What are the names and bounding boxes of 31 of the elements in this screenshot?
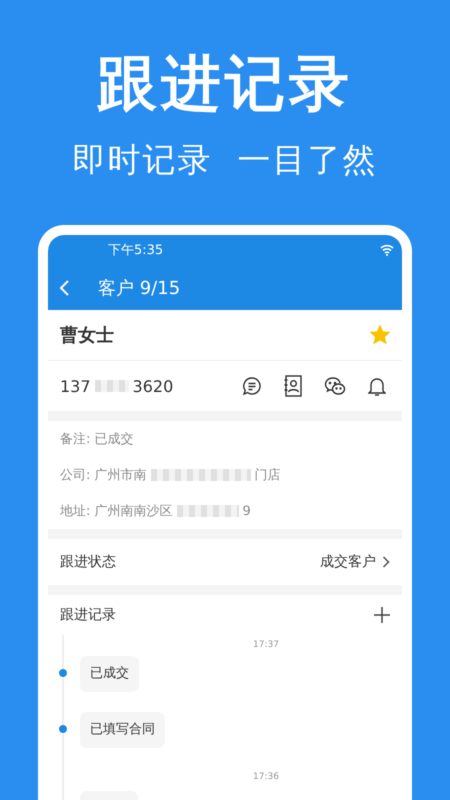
- promo-title: 跟进记录: [97, 48, 353, 120]
- record-time: 17:36: [252, 771, 280, 784]
- phone-number: 137: [60, 376, 91, 396]
- detail-text: 地址: 广州南南沙区: [60, 503, 173, 520]
- chat-icon[interactable]: [242, 376, 262, 396]
- star-icon[interactable]: [370, 325, 390, 345]
- phone-number: 3620: [132, 376, 174, 396]
- customer-name: 曹女士: [60, 324, 114, 347]
- mosaic-drawing: [94, 380, 129, 392]
- bell-icon[interactable]: [368, 376, 386, 396]
- back-icon[interactable]: [58, 278, 70, 296]
- screen-title: 客户 9/15: [98, 276, 180, 300]
- record-note[interactable]: 已成交: [80, 656, 139, 692]
- detail-text: 备注: 已成交: [60, 431, 134, 448]
- wifi-icon: [380, 244, 394, 256]
- status-label: 跟进状态: [60, 553, 116, 571]
- status-time: 下午5:35: [108, 242, 164, 259]
- records-title: 跟进记录: [60, 606, 116, 624]
- chat-bubbles-icon[interactable]: [324, 376, 346, 396]
- record-time: 17:37: [252, 639, 280, 652]
- add-icon[interactable]: [374, 607, 390, 623]
- detail-text: 9: [242, 504, 251, 518]
- record-note[interactable]: 已填写合同: [80, 712, 165, 748]
- timeline-dot: [59, 725, 67, 733]
- detail-text: 门店: [254, 467, 281, 484]
- contact-card-icon[interactable]: [284, 375, 302, 397]
- chevron-icon: [382, 556, 390, 568]
- timeline-dot: [59, 669, 67, 677]
- status-value[interactable]: 成交客户: [320, 553, 390, 571]
- detail-text: 公司: 广州市南: [60, 467, 147, 484]
- promo-subtitle: 即时记录 一目了然: [72, 139, 378, 181]
